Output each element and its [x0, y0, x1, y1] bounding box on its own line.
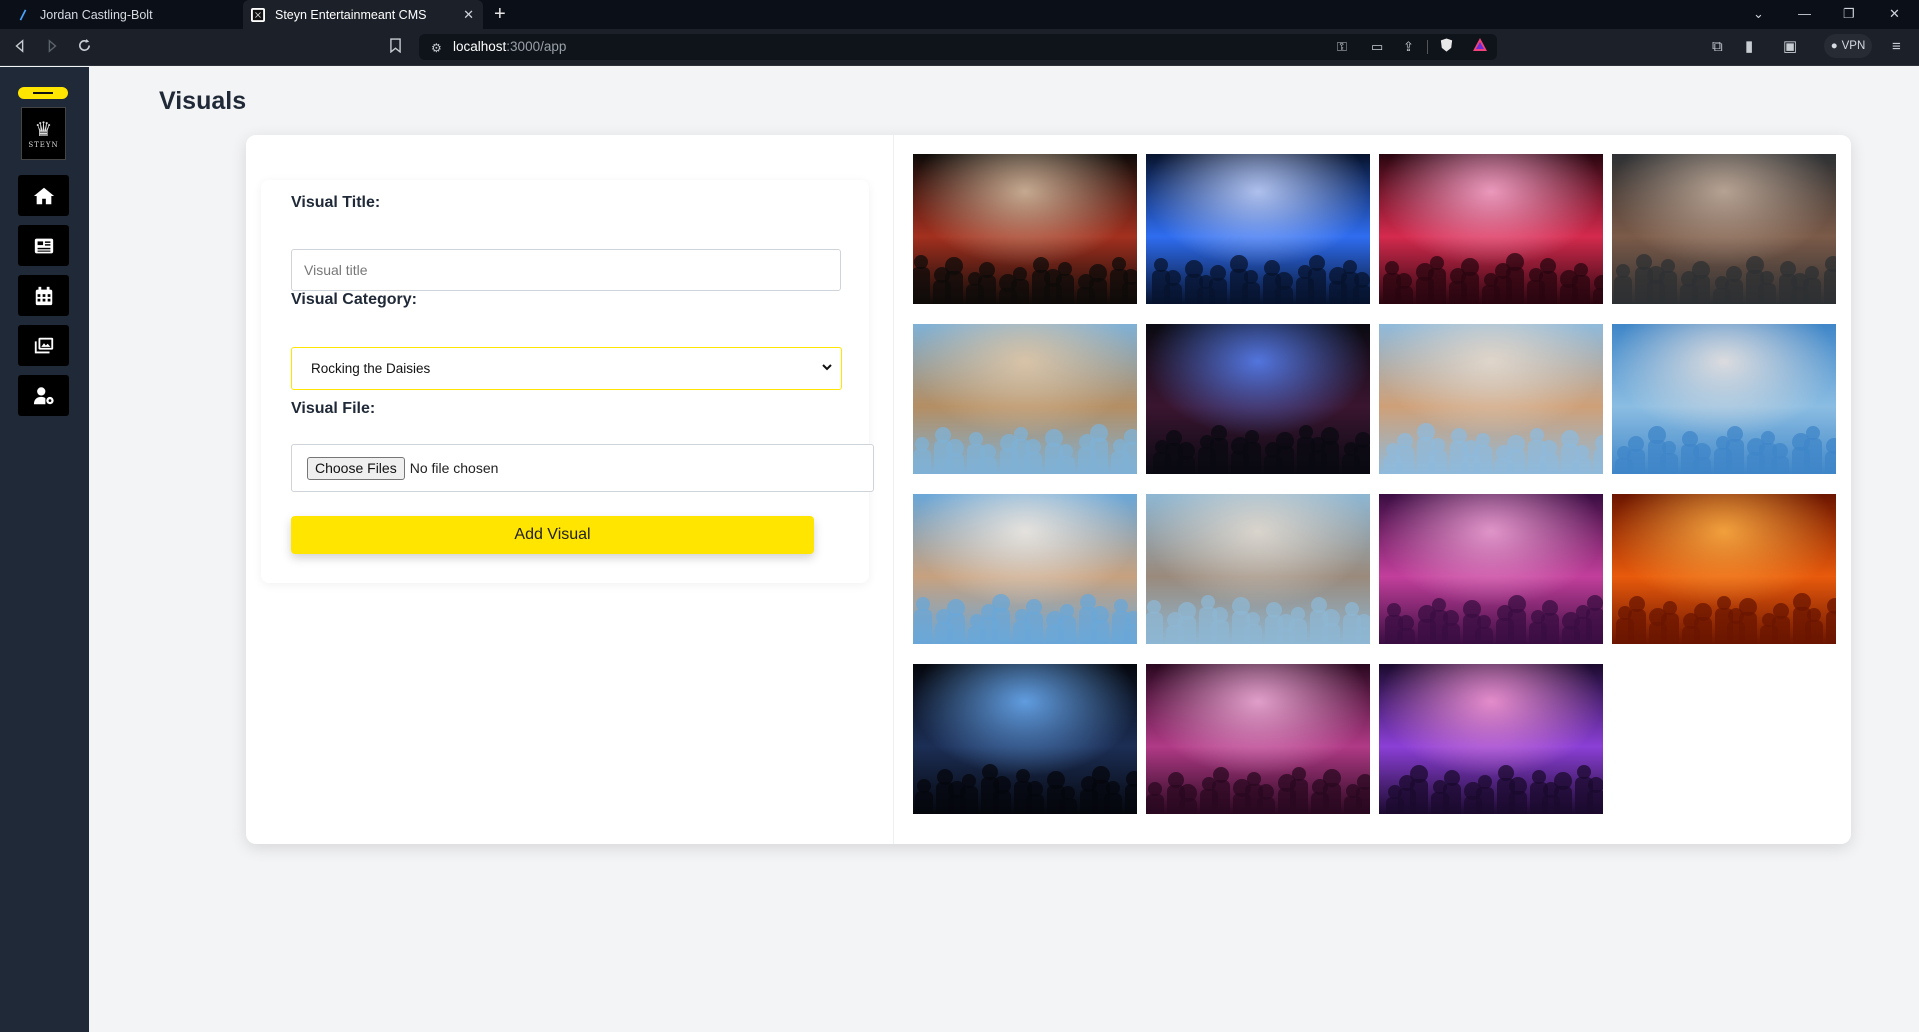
- images-icon: [34, 337, 53, 353]
- cast-icon[interactable]: ▭: [1371, 38, 1383, 56]
- forward-icon[interactable]: [45, 38, 59, 59]
- page-title: Visuals: [159, 87, 247, 115]
- file-status-text: No file chosen: [409, 460, 499, 476]
- browser-tab-active[interactable]: Steyn Entertainmeant CMS ✕: [243, 0, 483, 29]
- close-tab-icon[interactable]: ✕: [463, 7, 474, 23]
- bookmark-icon[interactable]: [390, 38, 401, 58]
- nav-users-button[interactable]: [18, 375, 69, 416]
- lion-crest-icon: ♛: [34, 118, 53, 141]
- visual-category-label: Visual Category:: [291, 291, 417, 308]
- back-icon[interactable]: [13, 38, 27, 59]
- nav-articles-button[interactable]: [18, 225, 69, 266]
- extensions-icon[interactable]: ⧉: [1712, 38, 1723, 56]
- gallery-image[interactable]: [1146, 154, 1370, 304]
- brave-shield-icon[interactable]: [1439, 37, 1454, 58]
- browser-toolbar: ⚙ localhost:3000/app ⚿ ▭ ⇪ ⧉ ▮ ▣ ● VPN ≡: [0, 29, 1919, 66]
- brave-rewards-icon[interactable]: [1472, 37, 1488, 58]
- tab-search-icon[interactable]: ⌄: [1753, 6, 1764, 22]
- new-tab-button[interactable]: +: [494, 3, 506, 25]
- browser-tab-bar: Jordan Castling-Bolt Steyn Entertainmean…: [0, 0, 1919, 29]
- vpn-button[interactable]: ● VPN: [1824, 34, 1872, 58]
- share-icon[interactable]: ⇪: [1403, 38, 1414, 56]
- minus-icon: [33, 92, 53, 94]
- user-gear-icon: [33, 386, 54, 404]
- logo-wordmark: STEYN: [28, 140, 59, 149]
- password-key-icon[interactable]: ⚿: [1337, 38, 1347, 56]
- app-sidebar: ♛ STEYN: [0, 67, 89, 1032]
- minimize-icon[interactable]: —: [1798, 6, 1811, 21]
- visuals-panel: Visual Title: Visual Category: Rocking t…: [246, 135, 1851, 844]
- visual-title-label: Visual Title:: [291, 194, 381, 211]
- visual-file-input[interactable]: Choose Files No file chosen: [291, 444, 874, 492]
- steyn-logo: ♛ STEYN: [21, 107, 66, 160]
- nav-home-button[interactable]: [18, 175, 69, 216]
- add-visual-button[interactable]: Add Visual: [291, 516, 814, 554]
- reload-icon[interactable]: [77, 38, 92, 58]
- sidebar-collapse-button[interactable]: [18, 87, 68, 99]
- gallery-image[interactable]: [1379, 324, 1603, 474]
- gallery-image[interactable]: [1612, 494, 1836, 644]
- nav-visuals-button[interactable]: [18, 325, 69, 366]
- calendar-icon: [35, 286, 52, 305]
- tab-title: Jordan Castling-Bolt: [40, 7, 153, 22]
- add-visual-form: Visual Title: Visual Category: Rocking t…: [261, 180, 874, 583]
- visual-title-input[interactable]: [291, 249, 841, 291]
- gallery-image[interactable]: [913, 324, 1137, 474]
- gallery-image[interactable]: [1379, 154, 1603, 304]
- home-icon: [33, 187, 54, 204]
- gallery-image[interactable]: [1379, 494, 1603, 644]
- sidebar-toggle-icon[interactable]: ▮: [1745, 38, 1753, 56]
- choose-files-button[interactable]: Choose Files: [307, 456, 405, 480]
- wallet-icon[interactable]: ▣: [1783, 38, 1797, 56]
- gallery-image[interactable]: [1146, 494, 1370, 644]
- visuals-gallery: [893, 135, 1851, 844]
- vpn-status-icon: ●: [1830, 40, 1838, 52]
- gallery-image[interactable]: [1612, 154, 1836, 304]
- tab-favicon-icon: [16, 8, 30, 22]
- site-info-icon[interactable]: ⚙: [431, 39, 442, 57]
- gallery-image[interactable]: [913, 664, 1137, 814]
- gallery-image[interactable]: [1146, 324, 1370, 474]
- newspaper-icon: [34, 238, 53, 253]
- visual-category-select[interactable]: Rocking the Daisies: [291, 347, 842, 390]
- gallery-image[interactable]: [1146, 664, 1370, 814]
- divider: [1427, 40, 1428, 54]
- tab-favicon-icon: [251, 7, 265, 22]
- gallery-image[interactable]: [913, 154, 1137, 304]
- gallery-image[interactable]: [1612, 324, 1836, 474]
- address-bar[interactable]: ⚙ localhost:3000/app ⚿ ▭ ⇪: [419, 34, 1497, 60]
- menu-icon[interactable]: ≡: [1892, 38, 1901, 56]
- browser-tab[interactable]: Jordan Castling-Bolt: [0, 0, 242, 29]
- category-selected-value: Rocking the Daisies: [311, 361, 431, 376]
- tab-title: Steyn Entertainmeant CMS: [275, 7, 427, 22]
- url-text: localhost:3000/app: [453, 39, 567, 54]
- visual-file-label: Visual File:: [291, 400, 376, 417]
- nav-events-button[interactable]: [18, 275, 69, 316]
- restore-icon[interactable]: ❐: [1843, 6, 1855, 22]
- chevron-down-icon: [822, 364, 832, 371]
- gallery-image[interactable]: [913, 494, 1137, 644]
- window-close-icon[interactable]: ✕: [1889, 6, 1900, 22]
- gallery-image[interactable]: [1379, 664, 1603, 814]
